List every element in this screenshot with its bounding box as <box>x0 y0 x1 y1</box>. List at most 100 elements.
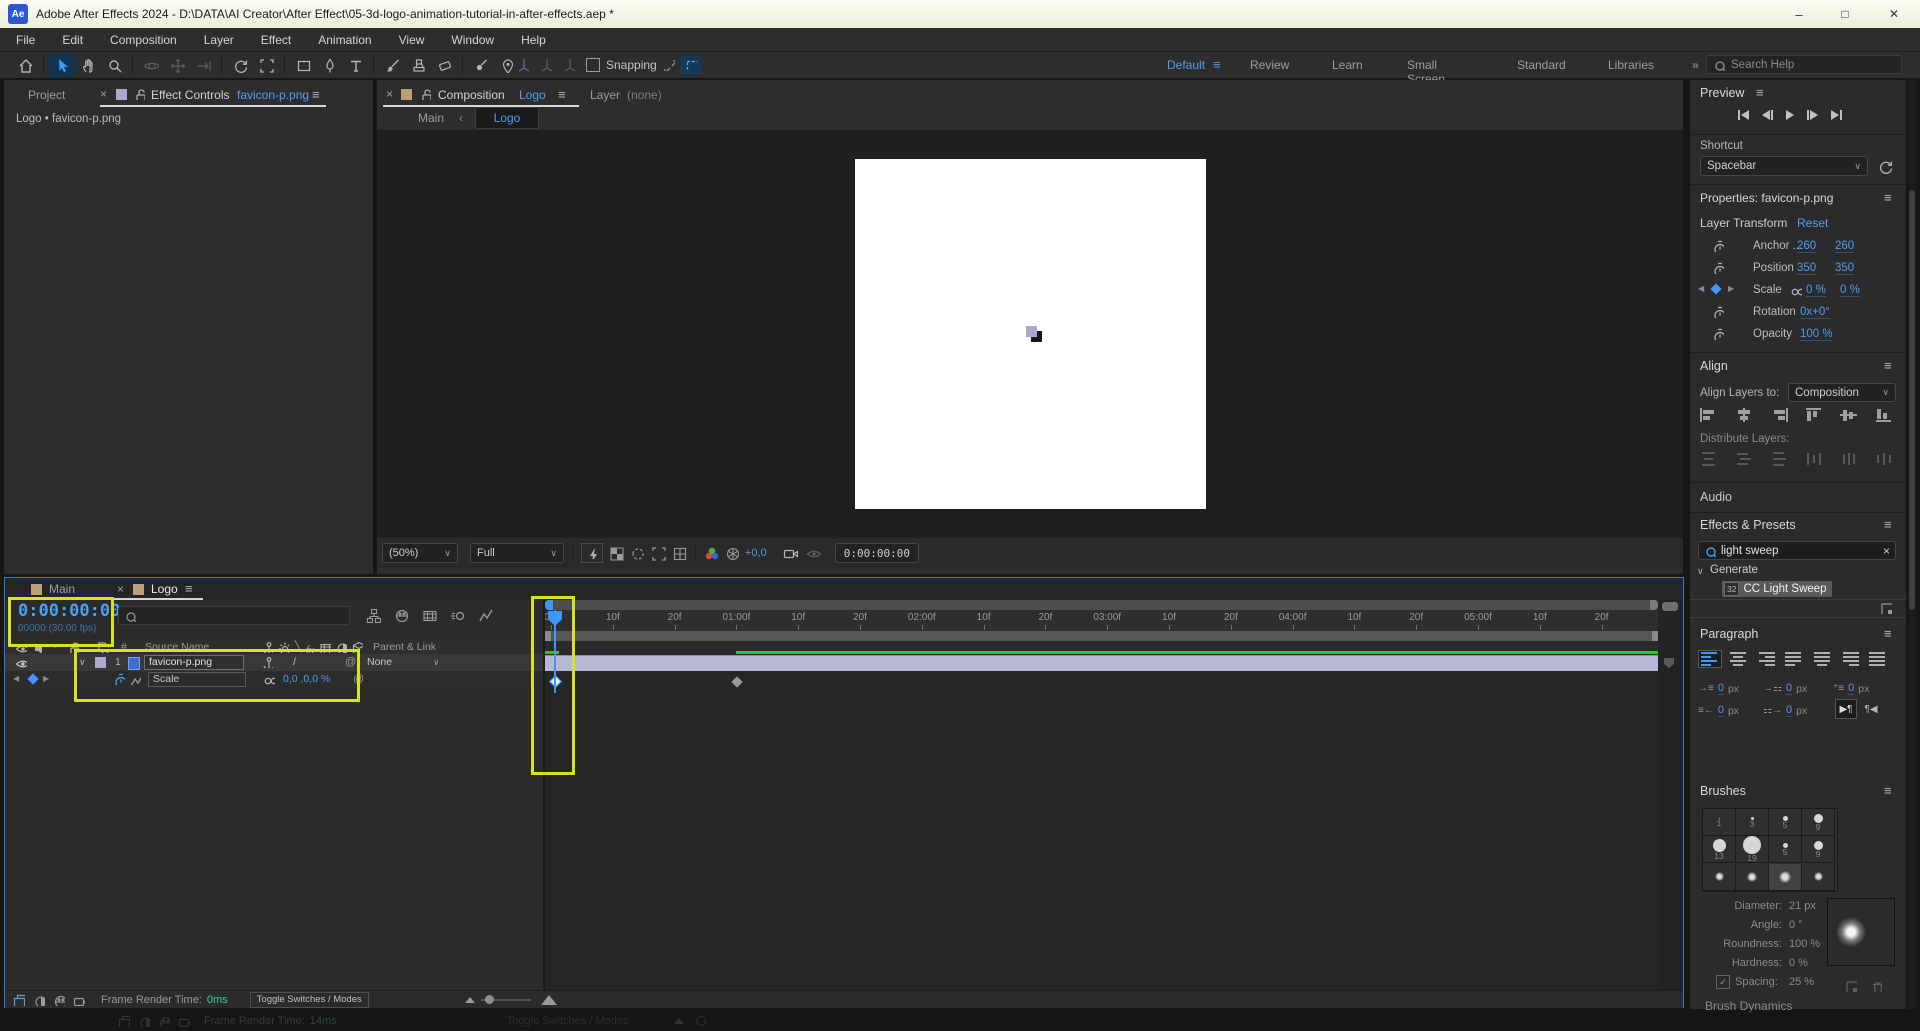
play-button[interactable] <box>1786 110 1794 120</box>
text-direction-ltr-button[interactable]: ▶¶ <box>1835 699 1857 719</box>
brush-preset[interactable]: 3 <box>1736 809 1769 836</box>
menu-view[interactable]: View <box>399 33 425 47</box>
menu-animation[interactable]: Animation <box>318 33 371 47</box>
distribute-hcenter-icon[interactable] <box>1840 452 1858 466</box>
breadcrumb-current[interactable]: Logo <box>475 107 539 129</box>
brush-preset[interactable] <box>1703 864 1736 891</box>
scale-kf-next-icon[interactable]: ▶ <box>1728 284 1734 293</box>
workspace-menu-icon[interactable]: ≡ <box>1213 57 1221 72</box>
layer-anchor-switch[interactable] <box>261 656 273 668</box>
exposure-icon[interactable] <box>725 546 740 561</box>
layer-duration-bar[interactable] <box>545 655 1658 671</box>
parent-pickwhip-icon[interactable]: @ <box>345 656 356 668</box>
brush-tool[interactable] <box>379 53 405 77</box>
align-top-icon[interactable] <box>1805 408 1823 422</box>
scale-kf-prev-icon[interactable]: ◀ <box>1698 284 1704 293</box>
menu-effect[interactable]: Effect <box>261 33 291 47</box>
snapshot-camera-icon[interactable] <box>783 546 798 561</box>
align-to-dropdown[interactable]: Composition∨ <box>1788 383 1896 402</box>
layer-visibility-icon[interactable] <box>15 656 27 668</box>
shy-layers-icon[interactable] <box>394 608 409 623</box>
distribute-left-icon[interactable] <box>1805 452 1823 466</box>
scale-label[interactable]: Scale <box>1753 284 1782 296</box>
scale-property-row[interactable]: ◀ ▶ Scale 0,0 ,0,0 % @ <box>5 671 543 688</box>
opacity-label[interactable]: Opacity <box>1753 328 1792 340</box>
type-tool[interactable] <box>342 53 368 77</box>
orbit-camera-tool[interactable] <box>138 53 164 77</box>
effects-search-clear-icon[interactable]: × <box>1883 544 1890 558</box>
dolly-camera-tool[interactable] <box>190 53 216 77</box>
brushes-menu-icon[interactable]: ≡ <box>1884 783 1892 798</box>
brush-preset[interactable] <box>1769 864 1802 891</box>
position-x-value[interactable]: 350 <box>1797 262 1816 275</box>
snap-bounds-icon[interactable] <box>681 56 701 74</box>
time-navigator[interactable] <box>545 600 1658 610</box>
exposure-value[interactable]: +0,0 <box>745 547 767 559</box>
shortcut-reset-icon[interactable] <box>1878 159 1893 174</box>
transform-reset-link[interactable]: Reset <box>1797 216 1828 230</box>
rotation-tool[interactable] <box>227 53 253 77</box>
align-center-v-icon[interactable] <box>1840 408 1858 422</box>
opacity-stopwatch-icon[interactable] <box>1712 328 1724 340</box>
position-stopwatch-icon[interactable] <box>1712 262 1724 274</box>
align-left-icon[interactable] <box>1700 408 1718 422</box>
menu-window[interactable]: Window <box>451 33 494 47</box>
frame-blending-icon[interactable] <box>422 608 437 623</box>
breadcrumb-parent[interactable]: Main <box>418 111 444 125</box>
brush-preset[interactable]: 13 <box>1703 836 1736 863</box>
brush-preset[interactable]: 1 <box>1703 809 1736 836</box>
local-axis-mode-icon[interactable] <box>516 57 531 72</box>
align-center-text-icon[interactable] <box>1726 650 1750 668</box>
workspace-learn[interactable]: Learn <box>1332 58 1363 72</box>
workspace-default[interactable]: Default <box>1167 58 1205 72</box>
effects-search-box[interactable]: light sweep × <box>1698 541 1896 560</box>
scale-graph-icon[interactable] <box>129 673 141 685</box>
close-button[interactable]: ✕ <box>1868 0 1920 28</box>
tab-effect-controls[interactable]: Effect Controls <box>151 88 229 102</box>
next-frame-button[interactable] <box>1807 110 1818 120</box>
tab-composition-close-icon[interactable]: × <box>386 87 393 101</box>
kf-nav-next-icon[interactable]: ▶ <box>43 674 49 683</box>
anchor-stopwatch-icon[interactable] <box>1712 240 1724 252</box>
justify-last-left-icon[interactable] <box>1782 650 1806 668</box>
comp-current-time[interactable]: 0:00:00:00 <box>835 543 919 563</box>
toggle-switches-modes-button[interactable]: Toggle Switches / Modes <box>250 992 369 1008</box>
layer-quality-switch[interactable]: / <box>293 656 296 668</box>
scaled-logo-layer[interactable] <box>1026 326 1037 337</box>
menu-help[interactable]: Help <box>521 33 546 47</box>
clone-stamp-tool[interactable] <box>405 53 431 77</box>
camera-toggle-icon[interactable] <box>73 994 85 1006</box>
zoom-in-mountain-icon[interactable] <box>541 995 557 1005</box>
first-line-indent-field[interactable]: ⁺≡ 0 px <box>1833 682 1869 695</box>
menu-edit[interactable]: Edit <box>62 33 83 47</box>
layer-transform-group[interactable]: Layer Transform <box>1700 216 1787 230</box>
navigator-end-handle[interactable] <box>1650 600 1658 610</box>
tab-effect-controls-target[interactable]: favicon-p.png <box>237 88 309 102</box>
layer-label-chip[interactable] <box>95 657 106 668</box>
scale-stopwatch-icon[interactable] <box>113 673 125 685</box>
region-of-interest-icon[interactable] <box>651 546 666 561</box>
minimize-button[interactable]: – <box>1776 0 1822 28</box>
indent-right-field[interactable]: ≡← 0 px <box>1698 704 1739 717</box>
rectangle-tool[interactable] <box>290 53 316 77</box>
mask-visibility-icon[interactable] <box>630 546 645 561</box>
work-area-start-handle[interactable] <box>545 631 551 641</box>
timeline-vscroll-thumb[interactable] <box>1662 602 1678 611</box>
scale-x-value[interactable]: 0 % <box>1806 284 1826 297</box>
draft-3d-icon[interactable] <box>33 994 45 1006</box>
comp-menu-icon[interactable]: ≡ <box>558 87 566 102</box>
brush-hardness-value[interactable]: 0 % <box>1789 957 1808 969</box>
comp-lock-icon[interactable] <box>419 88 431 100</box>
layer-name-field[interactable]: favicon-p.png <box>144 655 244 670</box>
properties-menu-icon[interactable]: ≡ <box>1884 190 1892 205</box>
effects-group-generate[interactable]: Generate <box>1710 564 1758 576</box>
scale-y-value[interactable]: 0 % <box>1840 284 1860 297</box>
sidebar-scrollbar[interactable] <box>1908 80 1916 1009</box>
comp-marker-button[interactable] <box>1664 658 1674 668</box>
hand-tool[interactable] <box>75 53 101 77</box>
last-frame-button[interactable] <box>1831 110 1842 120</box>
align-right-icon[interactable] <box>1770 408 1788 422</box>
timeline-divider[interactable] <box>543 600 545 990</box>
menu-composition[interactable]: Composition <box>110 33 177 47</box>
justify-last-center-icon[interactable] <box>1810 650 1834 668</box>
